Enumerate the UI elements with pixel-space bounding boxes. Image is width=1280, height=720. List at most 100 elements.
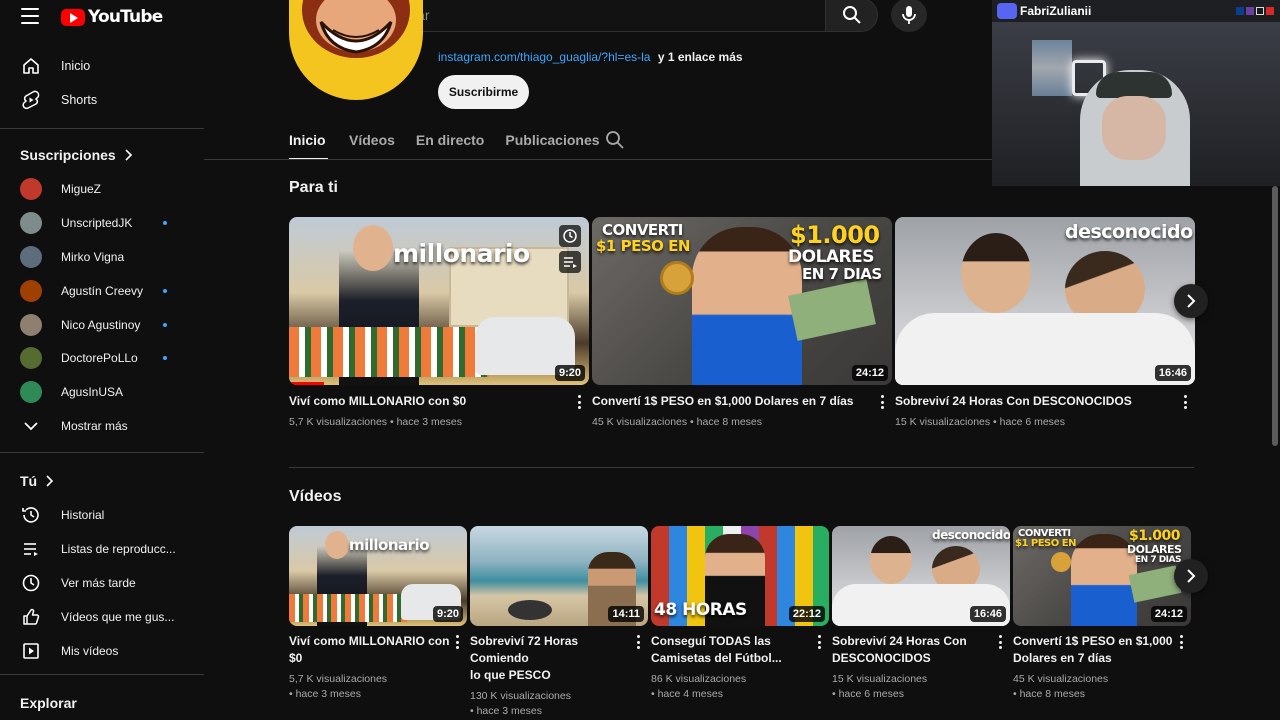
sidebar-item-subscription[interactable]: Agustín Creevy — [0, 274, 204, 308]
video-title-line: DESCONOCIDOS — [832, 651, 931, 665]
search-icon — [606, 131, 624, 149]
video-title[interactable]: Viví como MILLONARIO con $0 — [289, 633, 451, 667]
search-button[interactable] — [825, 0, 878, 32]
video-title-line: Sobreviví 24 Horas Con — [832, 634, 967, 648]
sidebar-item-subscription[interactable]: Mirko Vigna — [0, 240, 204, 274]
video-title-line: lo que PESCO — [470, 668, 551, 682]
sidebar-item-home[interactable]: Inicio — [0, 49, 204, 83]
sidebar-item-my-videos[interactable]: Mis vídeos — [0, 634, 204, 668]
menu-icon[interactable] — [20, 6, 40, 26]
video-thumbnail[interactable]: CONVERTI $1 PESO EN $1.000 DOLARES EN 7 … — [1013, 526, 1191, 626]
channel-tabs: Inicio Vídeos En directo Publicaciones — [289, 124, 621, 160]
tab-posts[interactable]: Publicaciones — [505, 124, 599, 160]
channel-search-button[interactable] — [605, 130, 625, 155]
sidebar-item-subscription[interactable]: UnscriptedJK — [0, 206, 204, 240]
video-card[interactable]: CONVERTI $1 PESO EN $1.000 DOLARES EN 7 … — [1013, 526, 1191, 702]
more-options-icon[interactable] — [456, 635, 460, 649]
more-links-link[interactable]: y 1 enlace más — [658, 50, 743, 64]
more-options-icon[interactable] — [818, 635, 822, 649]
video-card[interactable]: desconocido 16:46 Sobreviví 24 Horas Con… — [832, 526, 1010, 702]
avatar — [20, 178, 42, 200]
video-card[interactable]: 14:11 Sobreviví 72 Horas Comiendo lo que … — [470, 526, 648, 719]
webcam-username: FabriZulianii — [1020, 4, 1092, 18]
subscriptions-header[interactable]: Suscripciones — [20, 147, 132, 163]
discord-bar: FabriZulianii — [992, 0, 1280, 22]
thumbnail-caption: 48 HORAS — [654, 600, 747, 620]
face-shape — [325, 531, 349, 559]
voice-search-button[interactable] — [891, 0, 927, 32]
add-to-queue-button[interactable] — [559, 251, 581, 273]
sidebar-item-history[interactable]: Historial — [0, 498, 204, 532]
tab-live[interactable]: En directo — [416, 124, 484, 160]
video-card[interactable]: millonario 9:20 Viví como MILLONARIO con… — [289, 217, 589, 430]
video-thumbnail[interactable]: desconocido 16:46 — [832, 526, 1010, 626]
video-thumbnail[interactable]: 14:11 — [470, 526, 648, 626]
show-more-button[interactable]: Mostrar más — [0, 409, 204, 443]
video-views: 45 K visualizaciones — [1013, 673, 1109, 685]
you-title: Tú — [20, 473, 38, 489]
video-title[interactable]: Convertí 1$ PESO en $1,000 Dolares en 7 … — [592, 393, 872, 410]
subscribe-button[interactable]: Suscribirme — [438, 75, 529, 109]
video-views: 5,7 K visualizaciones — [289, 416, 388, 428]
channel-link[interactable]: instagram.com/thiago_guaglia/?hl=es-la — [438, 50, 650, 64]
video-thumbnail[interactable]: millonario 9:20 — [289, 526, 467, 626]
more-options-icon[interactable] — [578, 395, 582, 409]
youtube-play-icon — [61, 8, 85, 26]
video-title[interactable]: Viví como MILLONARIO con $0 — [289, 393, 569, 410]
thumbnail-caption: $1.000 — [790, 221, 880, 249]
more-options-icon[interactable] — [1184, 395, 1188, 409]
video-card[interactable]: CONVERTI $1 PESO EN $1.000 DOLARES EN 7 … — [592, 217, 892, 430]
sidebar-item-subscription[interactable]: Nico Agustinoy — [0, 308, 204, 342]
carousel-next-button[interactable] — [1174, 284, 1208, 318]
section-divider — [289, 467, 1194, 468]
video-title-line: Dolares en 7 días — [1013, 651, 1112, 665]
video-title[interactable]: Convertí 1$ PESO en $1,000 Dolares en 7 d… — [1013, 633, 1175, 667]
more-options-icon[interactable] — [999, 635, 1003, 649]
subscriptions-title: Suscripciones — [20, 147, 116, 163]
more-options-icon[interactable] — [881, 395, 885, 409]
page-scrollbar[interactable] — [1272, 186, 1278, 446]
video-thumbnail[interactable]: millonario 9:20 — [289, 217, 589, 385]
video-title[interactable]: Sobreviví 24 Horas Con DESCONOCIDOS — [895, 393, 1175, 410]
sushi-shape — [289, 327, 489, 377]
firepit-shape — [508, 600, 552, 620]
video-title[interactable]: Conseguí TODAS las Camisetas del Fútbol..… — [651, 633, 813, 667]
sidebar-item-watch-later[interactable]: Ver más tarde — [0, 566, 204, 600]
status-icon — [1246, 7, 1254, 15]
video-age: hace 4 meses — [657, 688, 723, 700]
video-title[interactable]: Sobreviví 24 Horas Con DESCONOCIDOS — [832, 633, 994, 667]
channel-avatar[interactable] — [289, 0, 423, 100]
search-input[interactable]: Buscar — [371, 0, 826, 32]
video-thumbnail[interactable]: 48 HORAS 22:12 — [651, 526, 829, 626]
tab-home[interactable]: Inicio — [289, 124, 328, 160]
video-views: 15 K visualizaciones — [895, 416, 991, 428]
sidebar-item-liked-videos[interactable]: Vídeos que me gus... — [0, 600, 204, 634]
sidebar-item-subscription[interactable]: AgusInUSA — [0, 375, 204, 409]
search-icon — [842, 6, 861, 24]
carousel-next-button[interactable] — [1174, 559, 1208, 593]
you-header[interactable]: Tú — [20, 473, 54, 489]
webcam-overlay: FabriZulianii — [992, 0, 1280, 186]
status-icon — [1266, 7, 1274, 15]
channel-links: instagram.com/thiago_guaglia/?hl=es-la y… — [438, 50, 743, 64]
video-title[interactable]: Sobreviví 72 Horas Comiendo lo que PESCO — [470, 633, 632, 684]
video-card[interactable]: desconocido 16:46 Sobreviví 24 Horas Con… — [895, 217, 1195, 430]
video-thumbnail[interactable]: CONVERTI $1 PESO EN $1.000 DOLARES EN 7 … — [592, 217, 892, 385]
tab-videos[interactable]: Vídeos — [349, 124, 395, 160]
sidebar-item-shorts[interactable]: Shorts — [0, 83, 204, 117]
youtube-logo[interactable]: YouTube — [61, 7, 163, 27]
more-options-icon[interactable] — [1180, 635, 1184, 649]
video-card[interactable]: millonario 9:20 Viví como MILLONARIO con… — [289, 526, 467, 702]
sidebar-item-label: MigueZ — [61, 182, 102, 196]
sidebar-item-subscription[interactable]: DoctorePoLLo — [0, 341, 204, 375]
video-age: hace 8 meses — [1019, 688, 1085, 700]
sidebar-item-subscription[interactable]: MigueZ — [0, 172, 204, 206]
chevron-right-icon — [46, 475, 54, 487]
sidebar-item-label: UnscriptedJK — [61, 216, 133, 230]
watch-later-button[interactable] — [559, 225, 581, 247]
video-thumbnail[interactable]: desconocido 16:46 — [895, 217, 1195, 385]
video-card[interactable]: 48 HORAS 22:12 Conseguí TODAS las Camiset… — [651, 526, 829, 702]
history-icon — [20, 504, 42, 526]
more-options-icon[interactable] — [637, 635, 641, 649]
sidebar-item-playlists[interactable]: Listas de reproducc... — [0, 532, 204, 566]
